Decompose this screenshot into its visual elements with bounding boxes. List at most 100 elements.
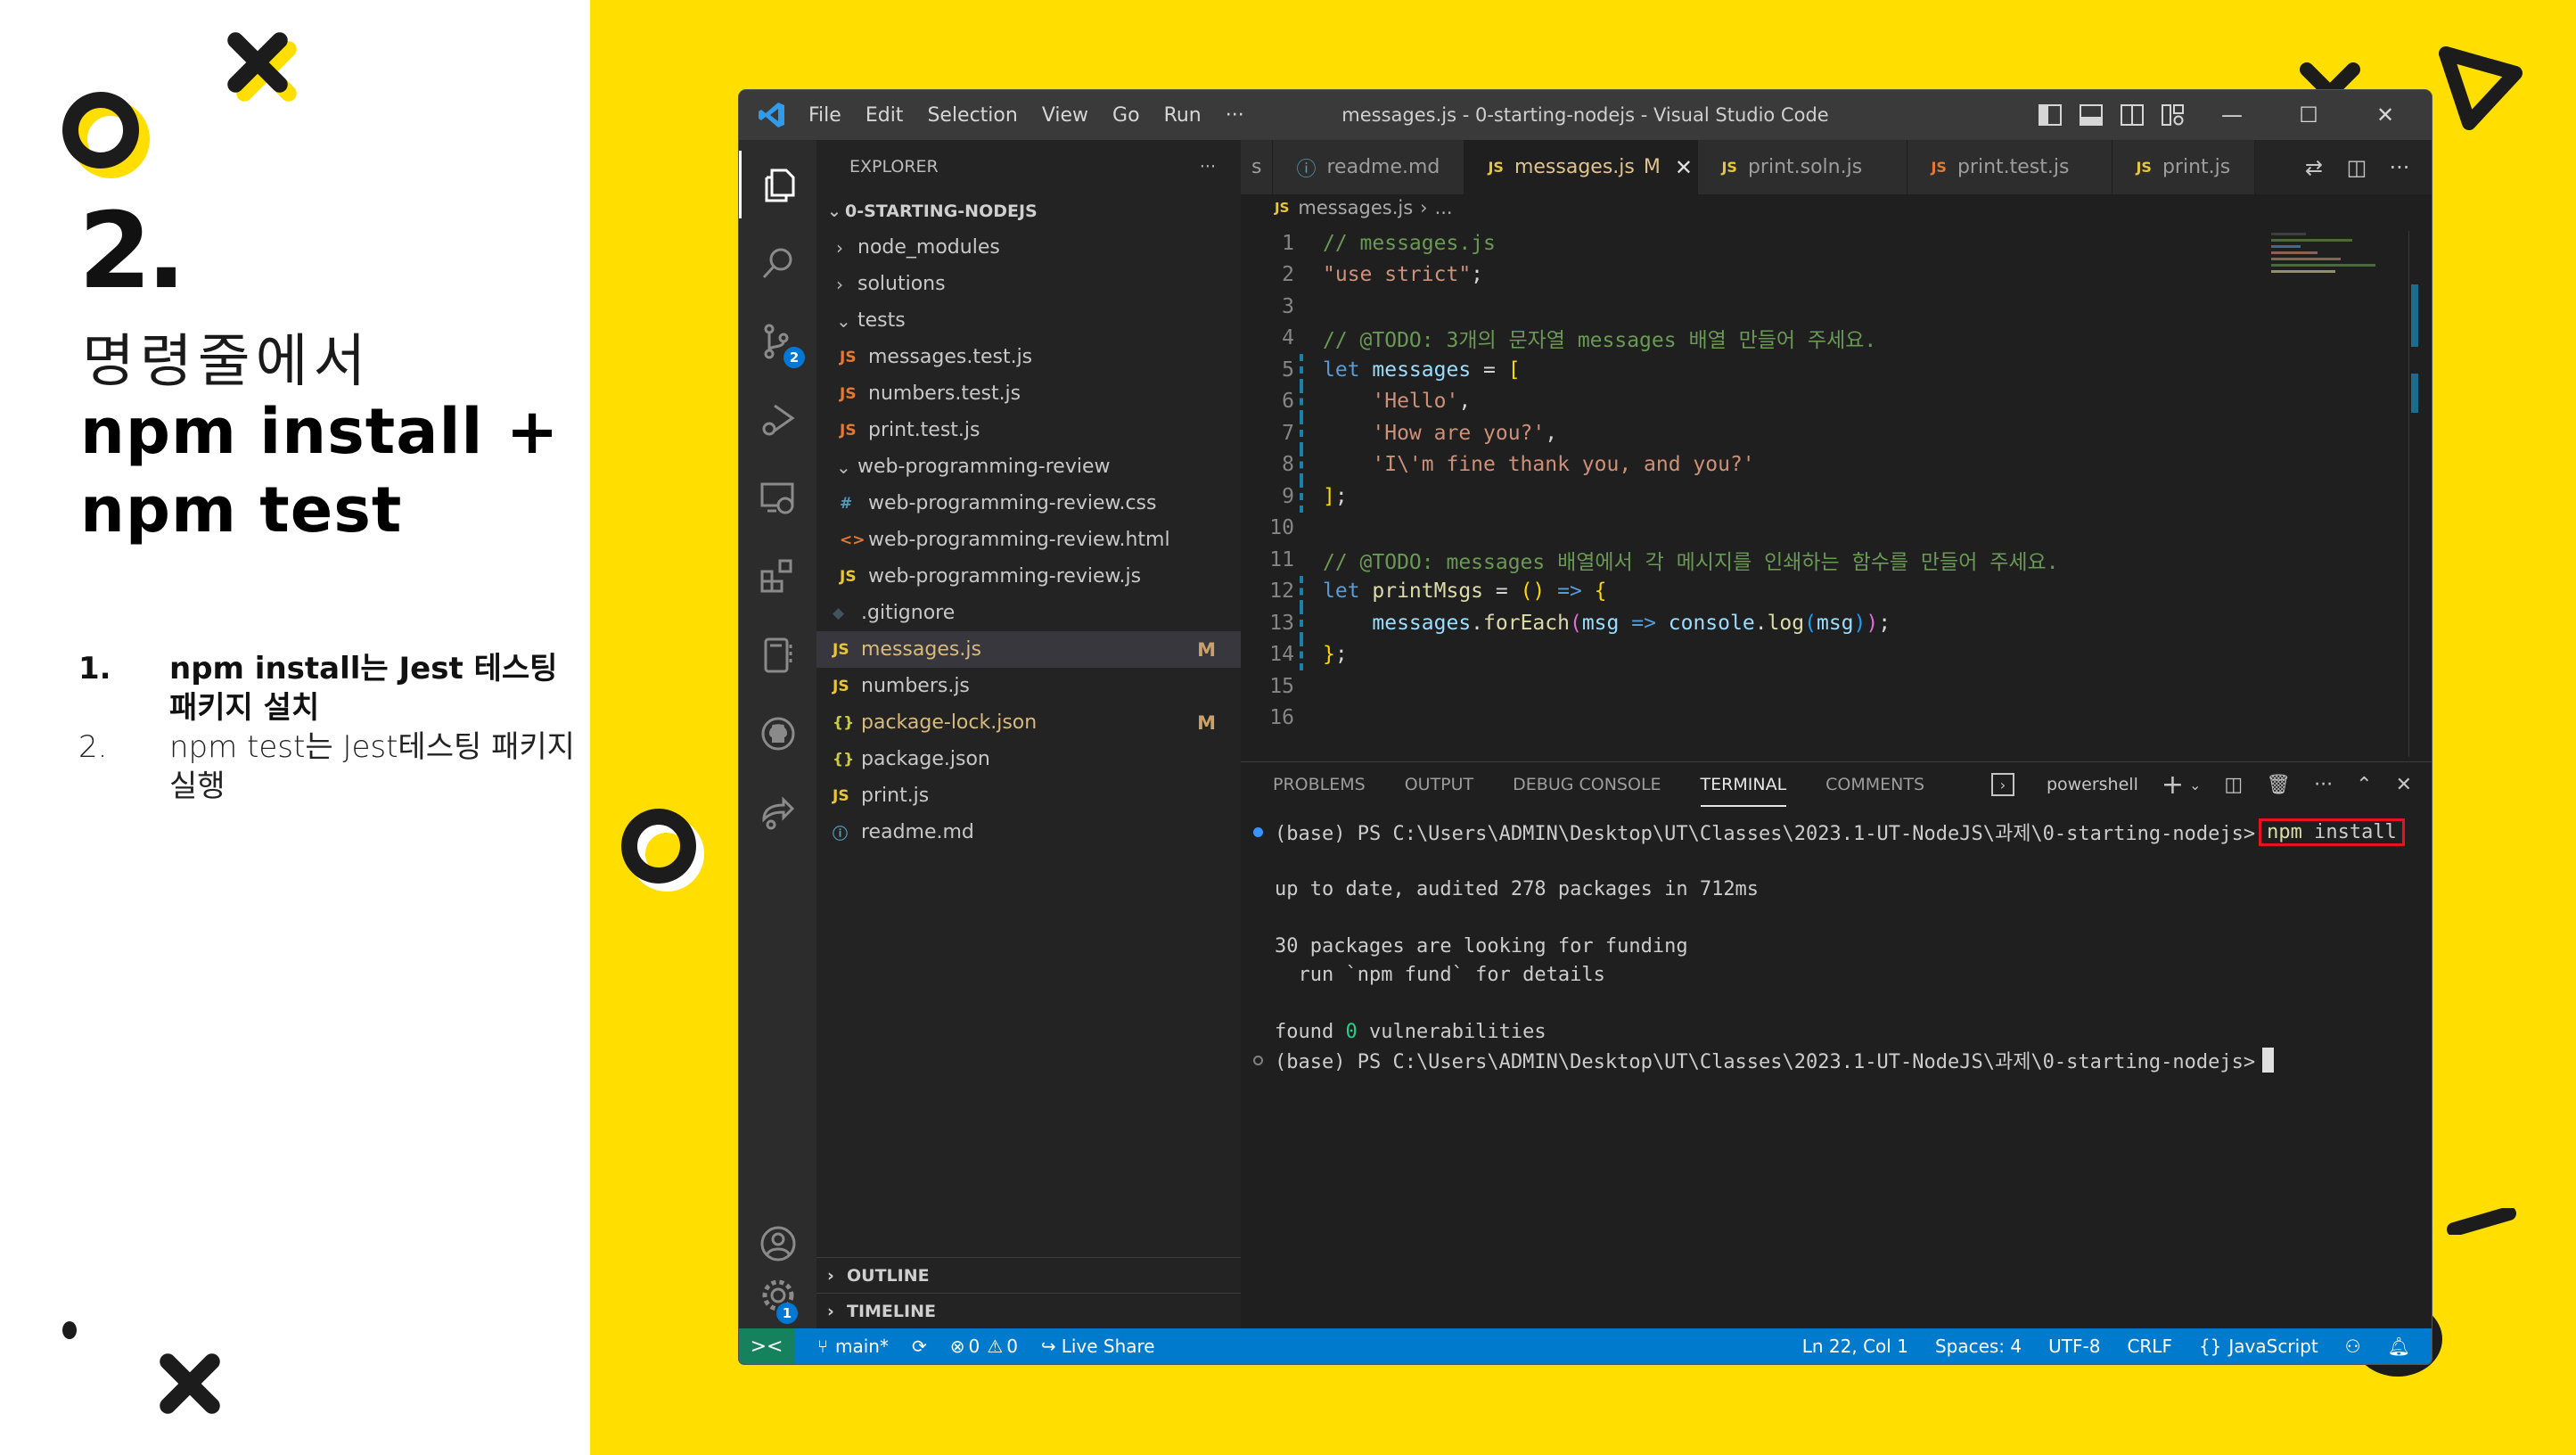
file-item[interactable]: JS print.test.js	[816, 412, 1241, 448]
timeline-section[interactable]: › TIMELINE	[816, 1293, 1241, 1328]
open-changes-icon[interactable]: ⇄	[2293, 155, 2335, 180]
tab-comments[interactable]: COMMENTS	[1825, 768, 1924, 801]
minimize-button[interactable]: —	[2195, 95, 2269, 135]
tab-overflow[interactable]: s	[1241, 140, 1274, 194]
file-item[interactable]: ◆ .gitignore	[816, 595, 1241, 631]
menu-selection[interactable]: Selection	[927, 104, 1017, 127]
close-tab-icon[interactable]: ✕	[1675, 155, 1693, 180]
tab-print-test-js[interactable]: JS print.test.js	[1907, 140, 2113, 194]
jstest-file-icon: JS	[840, 421, 857, 440]
tab-problems[interactable]: PROBLEMS	[1273, 768, 1366, 801]
modified-line-indicator	[1300, 417, 1309, 449]
terminal-dropdown-icon[interactable]: ⌄	[2189, 777, 2201, 793]
extensions-icon[interactable]	[739, 543, 816, 611]
search-icon[interactable]	[739, 229, 816, 297]
file-item[interactable]: JS web-programming-review.js	[816, 558, 1241, 595]
panel-more-icon[interactable]: ···	[2314, 774, 2333, 796]
cursor-position[interactable]: Ln 22, Col 1	[1802, 1336, 1908, 1357]
file-item[interactable]: {} package-lock.json M	[816, 704, 1241, 741]
language-mode[interactable]: {} JavaScript	[2199, 1336, 2318, 1357]
tab-readme[interactable]: ⓘ readme.md	[1273, 140, 1465, 194]
file-item[interactable]: JS print.js	[816, 777, 1241, 814]
customize-layout-icon[interactable]	[2154, 95, 2193, 135]
file-item[interactable]: JS numbers.js	[816, 668, 1241, 704]
menu-go[interactable]: Go	[1112, 104, 1140, 127]
code-token: 'How are you?'	[1372, 421, 1546, 445]
menu-file[interactable]: File	[808, 104, 841, 127]
menu-view[interactable]: View	[1042, 104, 1088, 127]
workspace-root[interactable]: ⌄ 0-STARTING-NODEJS	[816, 193, 1241, 229]
menu-run[interactable]: Run	[1164, 104, 1202, 127]
toggle-secondary-sidebar-icon[interactable]	[2112, 95, 2152, 135]
code-editor[interactable]: 1 // messages.js 2 "use strict"; 3 4 // @TODO:…	[1241, 227, 2310, 734]
line-number: 6	[1282, 390, 1294, 414]
menu-edit[interactable]: Edit	[866, 104, 904, 127]
terminal-line: 30 packages are looking for funding	[1275, 934, 1688, 958]
live-share-button[interactable]: ↪ Live Share	[1041, 1336, 1155, 1357]
file-item[interactable]: JS messages.test.js	[816, 339, 1241, 375]
tab-print-js[interactable]: JS print.js	[2112, 140, 2256, 194]
feedback-icon[interactable]: ⚇	[2345, 1336, 2361, 1357]
code-token: )	[1853, 611, 1866, 635]
toggle-panel-icon[interactable]	[2071, 95, 2111, 135]
toggle-sidebar-icon[interactable]	[2030, 95, 2070, 135]
command-name: npm	[2267, 820, 2302, 843]
explorer-icon[interactable]	[739, 151, 816, 218]
notebook-icon[interactable]	[739, 621, 816, 689]
tab-print-soln-js[interactable]: JS print.soln.js	[1698, 140, 1908, 194]
new-terminal-icon[interactable]: +	[2162, 769, 2184, 801]
manage-gear-icon[interactable]: 1	[739, 1262, 816, 1329]
source-control-icon[interactable]: 2	[739, 308, 816, 375]
tab-output[interactable]: OUTPUT	[1405, 768, 1473, 801]
tab-terminal[interactable]: TERMINAL	[1700, 768, 1786, 807]
remote-indicator[interactable]: ><	[739, 1328, 794, 1364]
code-token: =>	[1619, 611, 1669, 635]
maximize-button[interactable]: ☐	[2271, 95, 2346, 135]
folder-item[interactable]: ⌄ tests	[816, 302, 1241, 339]
tab-messages-js[interactable]: JS messages.js M ✕	[1464, 140, 1699, 194]
file-item[interactable]: ⓘ readme.md	[816, 814, 1241, 851]
code-text: 'Hello',	[1309, 390, 1471, 413]
folder-item[interactable]: ⌄ web-programming-review	[816, 448, 1241, 485]
code-text: 'I\'m fine thank you, and you?'	[1309, 453, 1754, 476]
close-panel-icon[interactable]: ✕	[2396, 774, 2412, 796]
encoding[interactable]: UTF-8	[2048, 1336, 2100, 1357]
terminal-shell-selector[interactable]: › powershell	[1968, 773, 2138, 796]
remote-explorer-icon[interactable]	[739, 464, 816, 532]
code-token: // @TODO: 3개의 문자열 messages 배열 만들어 주세요.	[1323, 329, 1877, 353]
explorer-more-button[interactable]: ···	[1200, 157, 1216, 177]
sync-icon[interactable]: ⟳	[912, 1336, 927, 1357]
kill-terminal-icon[interactable]: 🗑	[2266, 774, 2291, 796]
folder-item[interactable]: › solutions	[816, 266, 1241, 302]
problems-indicator[interactable]: ⊗ 0 ⚠ 0	[950, 1336, 1018, 1357]
close-window-button[interactable]: ✕	[2348, 95, 2423, 135]
minimap[interactable]	[2271, 229, 2387, 336]
line-ending[interactable]: CRLF	[2127, 1336, 2172, 1357]
live-share-icon[interactable]	[739, 778, 816, 846]
file-item[interactable]: <> web-programming-review.html	[816, 522, 1241, 558]
file-item[interactable]: # web-programming-review.css	[816, 485, 1241, 522]
outline-section[interactable]: › OUTLINE	[816, 1257, 1241, 1293]
split-editor-icon[interactable]: ◫	[2335, 155, 2378, 180]
indentation[interactable]: Spaces: 4	[1935, 1336, 2022, 1357]
file-item[interactable]: JS numbers.test.js	[816, 375, 1241, 412]
terminal-output[interactable]: (base) PS C:\Users\ADMIN\Desktop\UT\Clas…	[1241, 818, 2432, 1074]
github-icon[interactable]	[739, 700, 816, 768]
file-item[interactable]: JS messages.js M	[816, 631, 1241, 668]
code-token: {	[1594, 580, 1607, 604]
editor-scrollbar[interactable]	[2408, 231, 2418, 757]
breadcrumb-file[interactable]: messages.js	[1298, 197, 1413, 218]
branch-indicator[interactable]: ⑂ main*	[817, 1336, 889, 1357]
breadcrumb-symbols[interactable]: ...	[1435, 197, 1453, 218]
maximize-panel-icon[interactable]: ⌃	[2356, 774, 2372, 796]
split-terminal-icon[interactable]: ◫	[2224, 774, 2243, 796]
editor-more-icon[interactable]: ···	[2378, 155, 2421, 180]
menu-more[interactable]: ···	[1226, 104, 1244, 127]
notifications-bell-icon[interactable]: 🔔︎	[2388, 1336, 2410, 1357]
tab-modified-badge: M	[1643, 156, 1661, 178]
vscode-window: File Edit Selection View Go Run ··· mess…	[739, 90, 2432, 1364]
run-debug-icon[interactable]	[739, 386, 816, 454]
tab-debug-console[interactable]: DEBUG CONSOLE	[1513, 768, 1661, 801]
file-item[interactable]: {} package.json	[816, 741, 1241, 777]
folder-item[interactable]: › node_modules	[816, 229, 1241, 266]
